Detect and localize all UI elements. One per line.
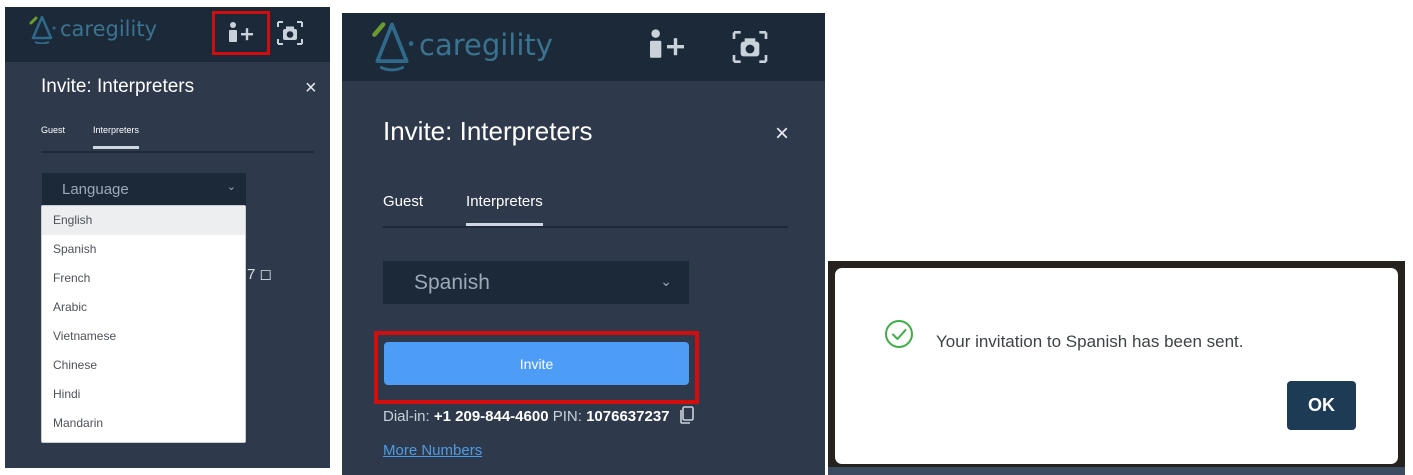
language-option-spanish[interactable]: Spanish — [42, 235, 245, 264]
tab-guest[interactable]: Guest — [383, 193, 423, 226]
invite-tabs: Guest Interpreters — [41, 125, 314, 153]
confirmation-message: Your invitation to Spanish has been sent… — [936, 332, 1244, 351]
camera-snapshot-button[interactable] — [272, 15, 308, 51]
dial-in-label: Dial-in: — [383, 407, 430, 425]
dial-in-info: Dial-in: +1 209-844-4600 PIN: 1076637237 — [383, 406, 694, 428]
brand-name: caregility — [419, 28, 553, 62]
language-option-english[interactable]: English — [42, 206, 245, 235]
app-header: caregility — [342, 13, 825, 81]
language-dropdown-list: English Spanish French Arabic Vietnamese… — [41, 205, 246, 443]
app-header: caregility — [5, 7, 330, 62]
camera-snapshot-button[interactable] — [728, 25, 772, 69]
camera-snapshot-icon — [277, 21, 303, 45]
language-option-vietnamese[interactable]: Vietnamese — [42, 322, 245, 351]
pin-label: PIN: — [552, 407, 582, 425]
language-select-value: Spanish — [414, 270, 490, 294]
brand-logo: caregility — [27, 14, 157, 44]
partially-hidden-pin-text: 7 ◻ — [247, 266, 272, 283]
copy-icon[interactable] — [679, 406, 694, 428]
panel-language-dropdown: caregility Invite: Interpreters × Guest … — [5, 7, 330, 468]
ok-button[interactable]: OK — [1287, 381, 1356, 430]
tab-interpreters[interactable]: Interpreters — [466, 193, 543, 226]
add-user-button[interactable] — [212, 11, 270, 55]
invite-tabs: Guest Interpreters — [383, 193, 788, 228]
dial-in-number: +1 209-844-4600 — [433, 407, 549, 425]
invite-button[interactable]: Invite — [384, 342, 689, 385]
brand-logo: caregility — [370, 17, 553, 73]
language-option-french[interactable]: French — [42, 264, 245, 293]
add-user-icon — [229, 22, 253, 42]
chevron-down-icon: ⌄ — [226, 181, 236, 193]
language-option-chinese[interactable]: Chinese — [42, 351, 245, 380]
background-stripe — [828, 467, 1405, 475]
language-option-hindi[interactable]: Hindi — [42, 380, 245, 409]
tab-interpreters[interactable]: Interpreters — [93, 125, 140, 149]
chevron-down-icon: ⌄ — [660, 273, 672, 289]
add-user-button[interactable] — [642, 25, 692, 65]
confirmation-dialog: Your invitation to Spanish has been sent… — [835, 268, 1398, 464]
caregility-logo-icon — [372, 22, 414, 72]
add-user-icon — [650, 29, 684, 58]
dialog-title: Invite: Interpreters — [41, 76, 195, 97]
language-option-arabic[interactable]: Arabic — [42, 293, 245, 322]
language-select-placeholder: Language — [62, 181, 129, 198]
language-option-mandarin[interactable]: Mandarin — [42, 409, 245, 438]
more-numbers-link[interactable]: More Numbers — [383, 442, 482, 459]
close-icon[interactable]: × — [775, 120, 789, 148]
dialog-title: Invite: Interpreters — [383, 116, 593, 146]
panel-confirmation: Your invitation to Spanish has been sent… — [828, 261, 1405, 475]
brand-name: caregility — [60, 17, 158, 41]
language-select[interactable]: Spanish ⌄ — [383, 261, 689, 304]
panel-invite-spanish: caregility Invite: Interpreters × Guest … — [342, 13, 825, 475]
language-select[interactable]: Language ⌄ — [42, 173, 246, 206]
caregility-logo-icon — [29, 15, 56, 44]
check-circle-icon — [883, 318, 915, 355]
tab-guest[interactable]: Guest — [41, 125, 65, 151]
pin-value: 1076637237 — [586, 407, 670, 425]
close-icon[interactable]: × — [305, 77, 317, 100]
camera-snapshot-icon — [732, 31, 768, 63]
